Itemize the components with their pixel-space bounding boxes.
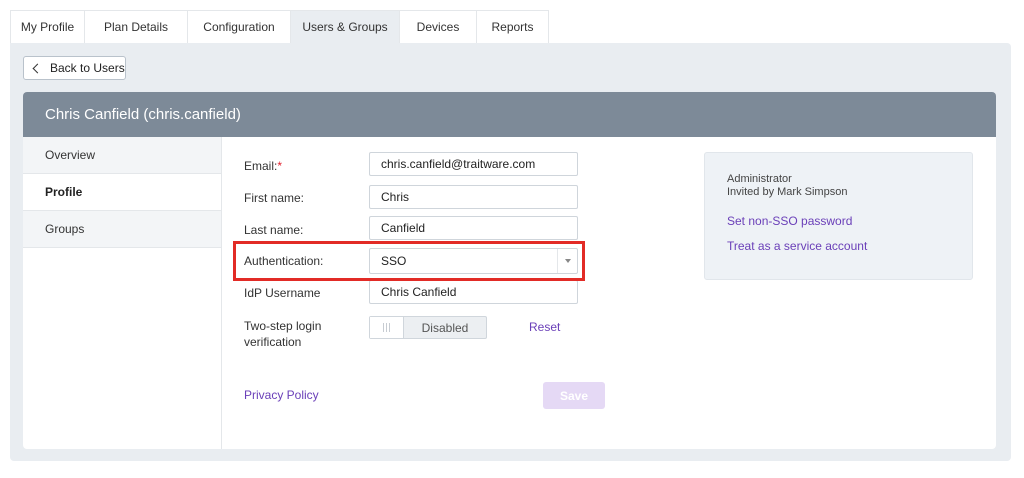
tab-users-groups[interactable]: Users & Groups xyxy=(290,10,399,44)
two-step-label-line2: verification xyxy=(244,335,302,349)
last-name-label: Last name: xyxy=(244,223,304,237)
tab-devices[interactable]: Devices xyxy=(399,10,476,44)
idp-username-field[interactable] xyxy=(369,280,578,304)
invited-by-text: Invited by Mark Simpson xyxy=(727,186,848,198)
dropdown-arrow-box xyxy=(557,249,577,273)
authentication-selected-value: SSO xyxy=(381,254,407,268)
first-name-field[interactable] xyxy=(369,185,578,209)
back-to-users-button[interactable]: Back to Users xyxy=(23,56,126,80)
privacy-policy-link[interactable]: Privacy Policy xyxy=(244,388,319,402)
user-title: Chris Canfield (chris.canfield) xyxy=(45,106,241,123)
first-name-label: First name: xyxy=(244,191,305,205)
top-tab-bar: My Profile Plan Details Configuration Us… xyxy=(10,10,549,44)
user-sidebar: Overview Profile Groups xyxy=(23,137,222,449)
email-label: Email:* xyxy=(244,158,282,174)
two-step-toggle[interactable]: Disabled xyxy=(369,316,487,339)
two-step-label-line1: Two-step login xyxy=(244,319,322,333)
tab-reports[interactable]: Reports xyxy=(476,10,549,44)
email-field[interactable] xyxy=(369,152,578,176)
caret-down-icon xyxy=(564,259,571,263)
user-header: Chris Canfield (chris.canfield) xyxy=(23,92,996,137)
idp-username-label: IdP Username xyxy=(244,286,321,300)
sidebar-item-groups[interactable]: Groups xyxy=(23,211,221,248)
last-name-field[interactable] xyxy=(369,216,578,240)
tab-configuration[interactable]: Configuration xyxy=(187,10,290,44)
role-text: Administrator xyxy=(727,173,792,185)
save-button[interactable]: Save xyxy=(543,382,605,409)
two-step-label: Two-step login verification xyxy=(244,318,321,350)
toggle-knob xyxy=(370,317,404,338)
tab-my-profile[interactable]: My Profile xyxy=(10,10,84,44)
chevron-left-icon xyxy=(32,63,43,73)
email-label-text: Email: xyxy=(244,159,278,173)
back-to-users-label: Back to Users xyxy=(50,61,125,75)
toggle-state: Disabled xyxy=(421,320,469,335)
sidebar-item-profile[interactable]: Profile xyxy=(23,174,221,211)
service-account-link[interactable]: Treat as a service account xyxy=(727,239,867,253)
authentication-select[interactable]: SSO xyxy=(369,248,578,274)
account-info-panel: Administrator Invited by Mark Simpson Se… xyxy=(704,152,973,280)
required-marker: * xyxy=(277,159,283,173)
grip-icon xyxy=(383,323,390,332)
reset-link[interactable]: Reset xyxy=(529,320,560,334)
sidebar-item-overview[interactable]: Overview xyxy=(23,137,221,174)
authentication-label: Authentication: xyxy=(244,254,324,268)
tab-plan-details[interactable]: Plan Details xyxy=(84,10,187,44)
set-non-sso-password-link[interactable]: Set non-SSO password xyxy=(727,214,852,228)
